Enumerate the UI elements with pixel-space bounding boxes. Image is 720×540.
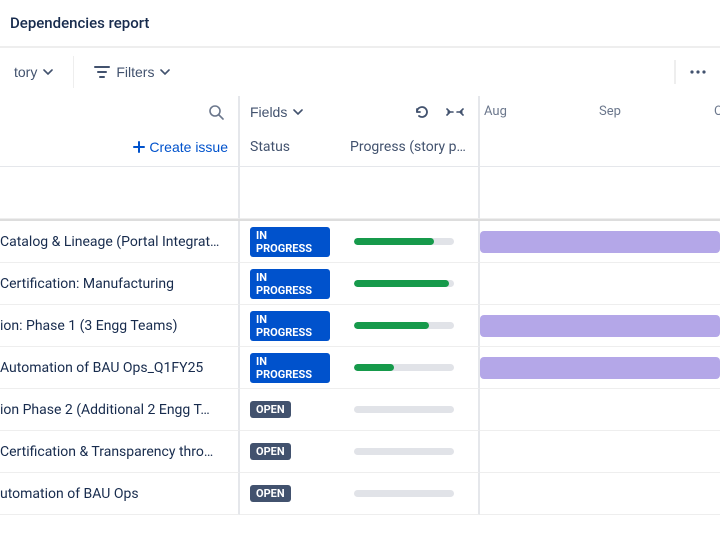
more-menu-button[interactable]: [686, 66, 710, 78]
timeline-month: O: [710, 96, 720, 166]
status-badge[interactable]: OPEN: [250, 443, 291, 460]
issue-timeline-cell[interactable]: [480, 347, 720, 389]
issue-status-cell: IN PROGRESS: [240, 305, 340, 347]
issue-timeline-cell[interactable]: [480, 263, 720, 305]
gantt-bar[interactable]: [480, 231, 720, 253]
progress-bar: [354, 490, 454, 497]
timeline-month: Aug: [480, 96, 595, 166]
gantt-bar[interactable]: [480, 315, 720, 337]
issue-status-cell: IN PROGRESS: [240, 263, 340, 305]
issue-rows: Catalog & Lineage (Portal Integrat… IN PR…: [0, 167, 720, 515]
progress-bar: [354, 364, 454, 371]
issue-progress-cell: [340, 431, 480, 473]
create-issue-label: Create issue: [149, 139, 228, 155]
table-row[interactable]: Certification: Manufacturing IN PROGRESS: [0, 263, 720, 305]
issue-title[interactable]: ion Phase 2 (Additional 2 Engg T…: [0, 389, 240, 431]
toolbar-right: [674, 60, 720, 84]
chevron-down-icon: [160, 69, 170, 75]
status-badge[interactable]: IN PROGRESS: [250, 227, 330, 257]
fields-dropdown[interactable]: Fields: [250, 104, 303, 120]
column-header-status[interactable]: Status: [240, 128, 340, 166]
issue-status-cell: OPEN: [240, 389, 340, 431]
issue-timeline-cell[interactable]: [480, 305, 720, 347]
filters-button[interactable]: Filters: [80, 56, 184, 88]
status-badge[interactable]: IN PROGRESS: [250, 353, 330, 383]
progress-bar: [354, 238, 454, 245]
issue-title[interactable]: ion: Phase 1 (3 Engg Teams): [0, 305, 240, 347]
progress-bar: [354, 280, 454, 287]
issue-timeline-cell[interactable]: [480, 473, 720, 515]
progress-bar: [354, 406, 454, 413]
status-badge[interactable]: OPEN: [250, 401, 291, 418]
issue-progress-cell: [340, 347, 480, 389]
undo-button[interactable]: [410, 100, 434, 124]
collapse-button[interactable]: [442, 102, 468, 122]
issue-progress-cell: [340, 263, 480, 305]
issue-title[interactable]: Certification: Manufacturing: [0, 263, 240, 305]
issue-title[interactable]: Certification & Transparency thro…: [0, 431, 240, 473]
table-row[interactable]: utomation of BAU Ops OPEN: [0, 473, 720, 515]
issue-timeline-cell[interactable]: [480, 431, 720, 473]
filters-label: Filters: [116, 64, 154, 80]
issue-timeline-cell[interactable]: [480, 221, 720, 263]
view-label: tory: [14, 64, 37, 80]
progress-bar: [354, 322, 454, 329]
filter-icon: [94, 65, 110, 79]
page-title: Dependencies report: [10, 14, 700, 32]
issue-status-cell: OPEN: [240, 473, 340, 515]
progress-bar: [354, 448, 454, 455]
toolbar: tory Filters: [0, 48, 720, 96]
gantt-bar[interactable]: [480, 357, 720, 379]
chevron-down-icon: [293, 109, 303, 115]
issue-status-cell: IN PROGRESS: [240, 221, 340, 263]
column-header-progress[interactable]: Progress (story p…: [340, 128, 478, 166]
view-dropdown[interactable]: tory: [0, 56, 67, 88]
issue-timeline-cell[interactable]: [480, 389, 720, 431]
search-icon: [208, 104, 224, 120]
undo-icon: [414, 104, 430, 120]
create-issue-button[interactable]: Create issue: [133, 139, 228, 155]
table-row[interactable]: Catalog & Lineage (Portal Integrat… IN PR…: [0, 221, 720, 263]
fields-label: Fields: [250, 104, 287, 120]
status-badge[interactable]: IN PROGRESS: [250, 311, 330, 341]
issue-status-cell: OPEN: [240, 431, 340, 473]
issue-title[interactable]: Automation of BAU Ops_Q1FY25: [0, 347, 240, 389]
more-icon: [690, 70, 706, 74]
chevron-down-icon: [43, 69, 53, 75]
column-header-row: Create issue Fields Status Progress (sto…: [0, 96, 720, 167]
timeline-header: Aug Sep O: [480, 96, 720, 166]
table-row[interactable]: ion Phase 2 (Additional 2 Engg T… OPEN: [0, 389, 720, 431]
status-badge[interactable]: IN PROGRESS: [250, 269, 330, 299]
issue-title[interactable]: Catalog & Lineage (Portal Integrat…: [0, 221, 240, 263]
table-row[interactable]: Certification & Transparency thro… OPEN: [0, 431, 720, 473]
plus-icon: [133, 141, 145, 153]
search-button[interactable]: [204, 100, 228, 124]
collapse-icon: [446, 106, 464, 118]
table-row[interactable]: ion: Phase 1 (3 Engg Teams) IN PROGRESS: [0, 305, 720, 347]
issue-title[interactable]: utomation of BAU Ops: [0, 473, 240, 515]
timeline-month: Sep: [595, 96, 710, 166]
issue-progress-cell: [340, 389, 480, 431]
issue-progress-cell: [340, 473, 480, 515]
divider: [73, 56, 74, 88]
table-row[interactable]: Automation of BAU Ops_Q1FY25 IN PROGRESS: [0, 347, 720, 389]
issue-status-cell: IN PROGRESS: [240, 347, 340, 389]
issue-progress-cell: [340, 305, 480, 347]
status-badge[interactable]: OPEN: [250, 485, 291, 502]
issue-progress-cell: [340, 221, 480, 263]
title-bar: Dependencies report: [0, 0, 720, 48]
